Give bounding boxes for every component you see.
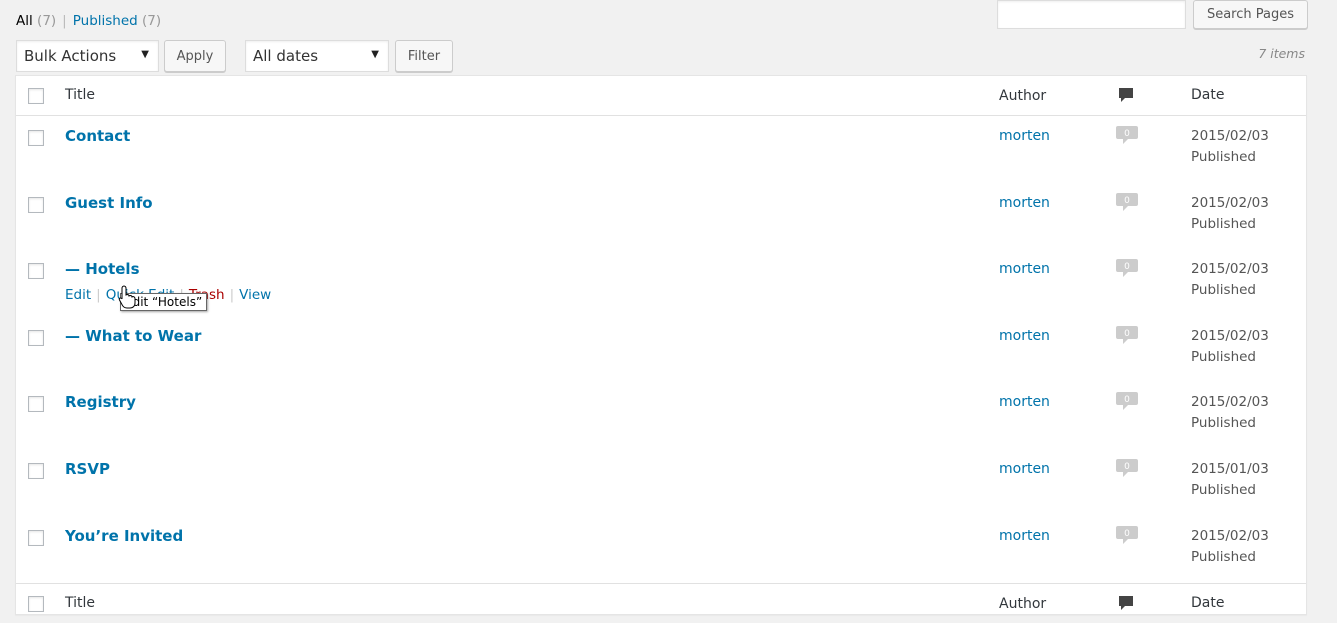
svg-text:0: 0 [1124, 129, 1130, 139]
dropdown-arrow-icon: ▼ [371, 49, 379, 60]
date-cell: 2015/02/03 Published [1191, 392, 1269, 434]
view-published-count: (7) [142, 13, 162, 29]
column-date-footer[interactable]: Date [1191, 595, 1224, 611]
page-title-link[interactable]: Contact [65, 127, 130, 145]
svg-text:0: 0 [1124, 395, 1130, 405]
row-checkbox[interactable] [28, 463, 44, 479]
date-cell: 2015/02/03 Published [1191, 526, 1269, 568]
table-row: Registry morten 0 2015/02/03 Published [16, 382, 1306, 448]
date-cell: 2015/02/03 Published [1191, 259, 1269, 301]
comment-count-bubble-icon[interactable]: 0 [1115, 258, 1139, 284]
comment-count-bubble-icon[interactable]: 0 [1115, 458, 1139, 484]
comment-count-bubble-icon[interactable]: 0 [1115, 525, 1139, 551]
view-separator: | [62, 13, 67, 29]
page-title-link[interactable]: RSVP [65, 460, 110, 478]
status-value: Published [1191, 149, 1256, 165]
date-filter-selected: All dates [253, 47, 319, 65]
author-link[interactable]: morten [999, 328, 1050, 344]
author-link[interactable]: morten [999, 195, 1050, 211]
date-value: 2015/02/03 [1191, 528, 1269, 544]
date-value: 2015/02/03 [1191, 394, 1269, 410]
author-link[interactable]: morten [999, 128, 1050, 144]
comment-bubble-icon[interactable] [1118, 595, 1134, 615]
row-checkbox[interactable] [28, 330, 44, 346]
page-title-link[interactable]: Registry [65, 393, 136, 411]
table-header: Title Author Date [16, 76, 1306, 116]
table-row: — Hotelsmorten02015/02/03PublishedEdit|Q… [16, 249, 1306, 315]
status-value: Published [1191, 282, 1256, 298]
row-checkbox[interactable] [28, 263, 44, 279]
date-cell: 2015/02/03 Published [1191, 126, 1269, 168]
comment-count-bubble-icon[interactable]: 0 [1115, 192, 1139, 218]
status-value: Published [1191, 549, 1256, 565]
date-value: 2015/02/03 [1191, 195, 1269, 211]
page-title-link[interactable]: Guest Info [65, 194, 153, 212]
column-author-footer: Author [999, 596, 1047, 612]
column-title-footer[interactable]: Title [65, 595, 95, 611]
select-all-checkbox-footer[interactable] [28, 596, 44, 612]
comment-count-bubble-icon[interactable]: 0 [1115, 125, 1139, 151]
date-value: 2015/02/03 [1191, 128, 1269, 144]
view-filters: All (7) | Published (7) [16, 13, 161, 29]
edit-link[interactable]: Edit [65, 287, 91, 303]
select-all-checkbox[interactable] [28, 88, 44, 104]
date-value: 2015/02/03 [1191, 261, 1269, 277]
row-checkbox[interactable] [28, 530, 44, 546]
status-value: Published [1191, 415, 1256, 431]
column-date-header[interactable]: Date [1191, 87, 1224, 103]
date-cell: 2015/02/03 Published [1191, 326, 1269, 368]
hand-pointer-icon [118, 285, 138, 313]
view-all-count: (7) [37, 13, 57, 29]
author-link[interactable]: morten [999, 394, 1050, 410]
author-link[interactable]: morten [999, 261, 1050, 277]
page-title-link[interactable]: — What to Wear [65, 327, 201, 345]
pages-table: Title Author Date Contact morten 0 2015/02/… [15, 75, 1307, 615]
date-filter-select[interactable]: All dates ▼ [245, 40, 389, 72]
view-link[interactable]: View [239, 287, 271, 303]
table-footer: Title Author Date [16, 583, 1306, 623]
table-row: RSVP morten 0 2015/01/03 Published [16, 449, 1306, 515]
column-author-header: Author [999, 88, 1047, 104]
row-checkbox[interactable] [28, 130, 44, 146]
row-checkbox[interactable] [28, 396, 44, 412]
table-row: You’re Invited morten 0 2015/02/03 Published [16, 516, 1306, 582]
table-row: Contact morten 0 2015/02/03 Published [16, 116, 1306, 182]
items-count: 7 items [1258, 46, 1305, 61]
svg-text:0: 0 [1124, 329, 1130, 339]
bulk-actions-selected: Bulk Actions [24, 47, 117, 65]
search-input[interactable] [997, 0, 1186, 29]
status-value: Published [1191, 482, 1256, 498]
table-row: Guest Info morten 0 2015/02/03 Published [16, 183, 1306, 249]
row-checkbox[interactable] [28, 197, 44, 213]
author-link[interactable]: morten [999, 528, 1050, 544]
status-value: Published [1191, 216, 1256, 232]
date-cell: 2015/02/03 Published [1191, 193, 1269, 235]
comment-count-bubble-icon[interactable]: 0 [1115, 325, 1139, 351]
apply-button[interactable]: Apply [164, 40, 226, 72]
svg-text:0: 0 [1124, 462, 1130, 472]
view-all-link[interactable]: All (7) [16, 13, 56, 29]
page-title-link[interactable]: You’re Invited [65, 527, 183, 545]
date-value: 2015/01/03 [1191, 461, 1269, 477]
svg-text:0: 0 [1124, 262, 1130, 272]
comment-count-bubble-icon[interactable]: 0 [1115, 391, 1139, 417]
comment-bubble-icon[interactable] [1118, 87, 1134, 107]
table-row: — What to Wear morten 0 2015/02/03 Published [16, 316, 1306, 382]
column-title-header[interactable]: Title [65, 87, 95, 103]
author-link[interactable]: morten [999, 461, 1050, 477]
svg-text:0: 0 [1124, 529, 1130, 539]
bulk-actions-select[interactable]: Bulk Actions ▼ [16, 40, 159, 72]
status-value: Published [1191, 349, 1256, 365]
dropdown-arrow-icon: ▼ [141, 49, 149, 60]
filter-button[interactable]: Filter [395, 40, 453, 72]
view-published-link[interactable]: Published (7) [73, 13, 161, 29]
search-pages-button[interactable]: Search Pages [1193, 0, 1308, 29]
date-value: 2015/02/03 [1191, 328, 1269, 344]
date-cell: 2015/01/03 Published [1191, 459, 1269, 501]
page-title-link[interactable]: — Hotels [65, 260, 140, 278]
svg-text:0: 0 [1124, 196, 1130, 206]
